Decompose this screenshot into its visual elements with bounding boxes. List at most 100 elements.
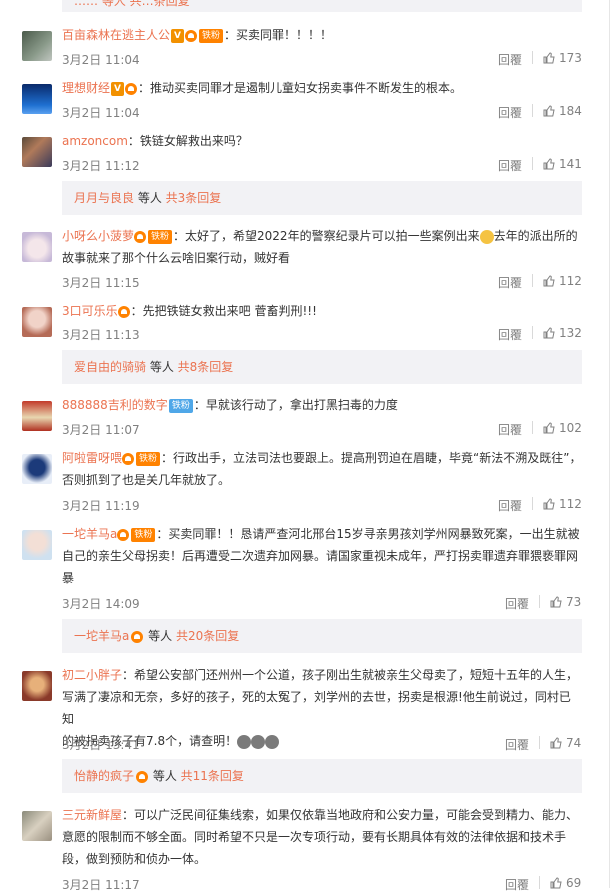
username-link[interactable]: amzoncom xyxy=(62,134,128,148)
like-count: 173 xyxy=(559,51,582,65)
avatar[interactable] xyxy=(22,454,52,484)
heart-icon xyxy=(125,82,138,95)
subreply-user-link[interactable]: 一坨羊马a xyxy=(74,629,129,643)
subreply-summary[interactable]: 怡静的疯子 等人 共11条回复 xyxy=(62,759,582,793)
reply-button[interactable]: 回覆 xyxy=(498,497,522,514)
subreply-count-link[interactable]: 共3条回复 xyxy=(166,191,222,205)
like-count: 102 xyxy=(559,421,582,435)
like-count: 112 xyxy=(559,274,582,288)
thumbs-up-icon xyxy=(550,737,562,749)
avatar[interactable] xyxy=(22,671,52,701)
subreply-user-link[interactable]: 爱自由的骑骑 xyxy=(74,360,146,374)
subreply-count-link[interactable]: 共11条回复 xyxy=(181,769,244,783)
divider xyxy=(532,326,533,339)
reply-button[interactable]: 回覆 xyxy=(498,51,522,68)
comment-time: 3月2日 14:09 xyxy=(62,597,140,611)
like-button[interactable]: 102 xyxy=(543,421,582,435)
avatar[interactable] xyxy=(22,401,52,431)
reply-button[interactable]: 回覆 xyxy=(498,104,522,121)
like-count: 141 xyxy=(559,157,582,171)
avatar[interactable] xyxy=(22,84,52,114)
username-link[interactable]: 三元新鲜屋 xyxy=(62,808,122,822)
reply-button[interactable]: 回覆 xyxy=(505,876,529,893)
heart-icon xyxy=(122,452,135,465)
subreply-mid-text: 等人 xyxy=(134,191,166,205)
subreply-count-link[interactable]: 共8条回复 xyxy=(178,360,234,374)
comment-time: 3月2日 11:07 xyxy=(62,423,140,437)
like-button[interactable]: 74 xyxy=(550,736,581,750)
subreply-mid-text: 等人 xyxy=(144,629,176,643)
heart-icon xyxy=(136,770,149,783)
thumbs-up-icon xyxy=(550,877,562,889)
username-link[interactable]: 888888吉利的数字 xyxy=(62,398,168,412)
username-link[interactable]: 初二小胖子 xyxy=(62,668,122,682)
like-button[interactable]: 132 xyxy=(543,326,582,340)
avatar[interactable] xyxy=(22,307,52,337)
like-button[interactable]: 112 xyxy=(543,274,582,288)
like-button[interactable]: 112 xyxy=(543,497,582,511)
avatar[interactable] xyxy=(22,137,52,167)
username-link[interactable]: 理想财经 xyxy=(62,81,110,95)
avatar[interactable] xyxy=(22,530,52,560)
divider xyxy=(539,736,540,749)
heart-icon xyxy=(134,230,147,243)
subreply-mid-text: 等人 xyxy=(149,769,181,783)
username-link[interactable]: 百亩森林在逃主人公 xyxy=(62,28,170,42)
reply-button[interactable]: 回覆 xyxy=(498,274,522,291)
username-link[interactable]: 小呀么小菠萝 xyxy=(62,229,134,243)
comment-text-line: 意愿的限制而不够全面。同时希望不只是一次专项行动，要有长期具体有效的法律依据和技… xyxy=(62,830,567,844)
thumbs-up-icon xyxy=(543,158,555,170)
reply-button[interactable]: 回覆 xyxy=(498,157,522,174)
like-count: 112 xyxy=(559,497,582,511)
reply-button[interactable]: 回覆 xyxy=(505,736,529,753)
comment-text-line: ：希望公安部门还州州一个公道，孩子刚出生就被亲生父母卖了，短短十五年的人生， xyxy=(122,668,579,682)
subreply-summary[interactable]: 一坨羊马a 等人 共20条回复 xyxy=(62,619,582,653)
comment-text-line: ：行政出手，立法司法也要跟上。提高刑罚迫在眉睫，毕竟“新法不溯及既往”， xyxy=(161,451,582,465)
subreply-summary[interactable]: 月月与良良 等人 共3条回复 xyxy=(62,181,582,215)
avatar[interactable] xyxy=(22,232,52,262)
username-link[interactable]: 阿啦雷呀喂 xyxy=(62,451,122,465)
fan-badge: 铁粉 xyxy=(199,28,224,43)
like-count: 184 xyxy=(559,104,582,118)
like-button[interactable]: 73 xyxy=(550,595,581,609)
fan-badge: 铁粉 xyxy=(148,229,173,244)
reply-button[interactable]: 回覆 xyxy=(498,326,522,343)
subreply-summary[interactable]: 爱自由的骑骑 等人 共8条回复 xyxy=(62,350,582,384)
subreply-count-link[interactable]: 共20条回复 xyxy=(176,629,239,643)
thumbs-up-icon xyxy=(543,498,555,510)
thumbs-up-icon xyxy=(543,275,555,287)
like-button[interactable]: 141 xyxy=(543,157,582,171)
comment-text: ：推动买卖同罪才是遏制儿童妇女拐卖事件不断发生的根本。 xyxy=(138,81,463,95)
thumbs-up-icon xyxy=(543,422,555,434)
heart-icon xyxy=(131,630,144,643)
comment-text-line: ：太好了，希望2022年的警察纪录片可以拍一些案例出来 xyxy=(173,229,480,243)
divider xyxy=(532,104,533,117)
comment-time: 3月2日 13:41 xyxy=(62,738,140,752)
thumbs-up-icon xyxy=(543,105,555,117)
fan-badge: 铁粉 xyxy=(168,398,193,413)
subreply-user-link[interactable]: 月月与良良 xyxy=(74,191,134,205)
avatar[interactable] xyxy=(22,31,52,61)
like-button[interactable]: 173 xyxy=(543,51,582,65)
comment-time: 3月2日 11:13 xyxy=(62,328,140,342)
reply-button[interactable]: 回覆 xyxy=(505,595,529,612)
comment-text-line: 否则抓到了也是关几年就放了。 xyxy=(62,473,231,487)
fan-badge: 铁粉 xyxy=(136,451,161,466)
reply-button[interactable]: 回覆 xyxy=(498,421,522,438)
like-count: 73 xyxy=(566,595,582,609)
heart-icon xyxy=(117,528,130,541)
comment-text-line: 写满了凄凉和无奈，多好的孩子，死的太冤了，刘学州的去世，拐卖是根源!他生前说过，… xyxy=(62,690,571,726)
divider xyxy=(532,421,533,434)
comment-text-line: ：可以广泛民间征集线索，如果仅依靠当地政府和公安力量，可能会受到精力、能力、 xyxy=(122,808,579,822)
username-link[interactable]: 一坨羊马a xyxy=(62,527,117,541)
like-button[interactable]: 184 xyxy=(543,104,582,118)
subreply-user-link[interactable]: 怡静的疯子 xyxy=(74,769,134,783)
previous-subreply-partial[interactable]: …… 等人 共…条回复 xyxy=(62,0,582,12)
username-link[interactable]: 3口可乐乐 xyxy=(62,304,118,318)
emoji-icon xyxy=(479,229,494,244)
comment-time: 3月2日 11:19 xyxy=(62,499,140,513)
page-edge-divider xyxy=(609,0,610,888)
comment-time: 3月2日 11:04 xyxy=(62,106,140,120)
avatar[interactable] xyxy=(22,811,52,841)
comment-text-line: 自己的亲生父母拐卖！后再遭受二次遗弃加网暴。请国家重视未成年，严打拐卖罪遗弃罪猥… xyxy=(62,549,579,563)
